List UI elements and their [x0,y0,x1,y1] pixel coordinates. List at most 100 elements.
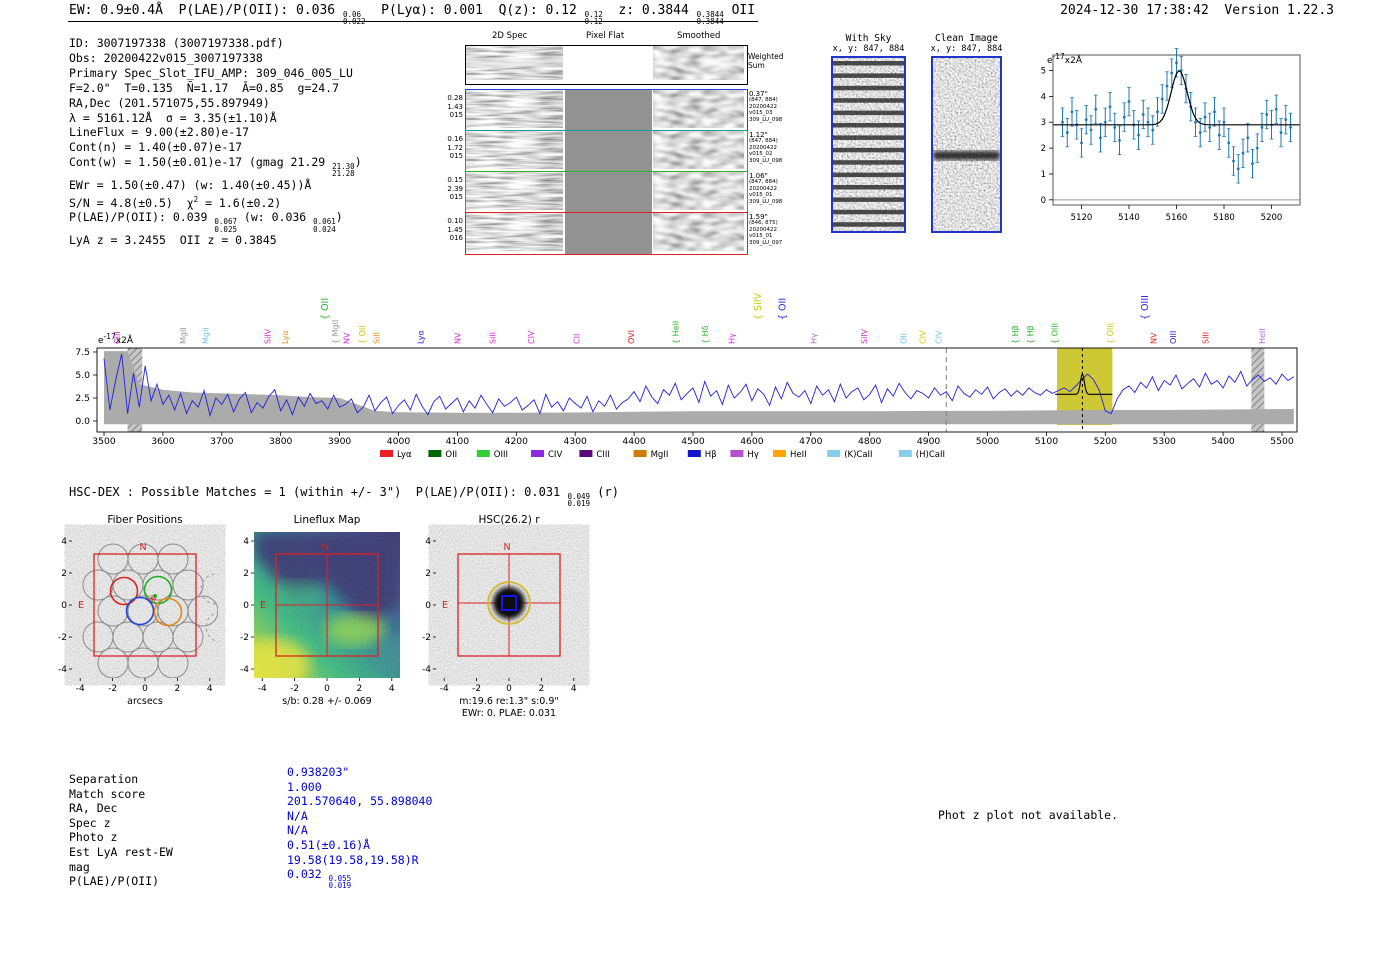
stacked-fraction: 21.30 21.28 [332,162,355,179]
svg-text:0: 0 [142,684,148,694]
withsky-image-frame [831,56,906,233]
svg-text:N: N [321,542,328,553]
svg-text:4: 4 [243,537,249,547]
svg-text:2: 2 [1041,144,1046,154]
svg-text:2: 2 [243,569,249,579]
svg-text:4300: 4300 [564,436,588,447]
svg-text:{ OII: { OII [320,298,331,320]
info-line: F=2.0" T=0.135 N̄=1.17 Ā=0.85 g=24.7 [69,80,340,95]
svg-text:4: 4 [61,537,67,547]
svg-text:m:19.6 re:1.3" s:0.9": m:19.6 re:1.3" s:0.9" [459,696,559,707]
spec2d-fiber-row: 0.28 1.43 015 0.37" (847, 884) 20200422 v015_0… [447,89,782,132]
spec2d-block: 2D Spec Pixel Flat Smoothed Weighted Sum … [447,26,885,260]
svg-text:0: 0 [1041,196,1046,206]
svg-text:4: 4 [425,537,431,547]
svg-text:OIII: OIII [1169,331,1178,344]
svg-text:{ Hβ: { Hβ [1011,325,1020,344]
svg-text:OII: OII [899,333,908,344]
fiber-annotation: 1.12" (847, 884) 20200422 v015_02 309_LU_098 [749,131,783,164]
svg-text:5160: 5160 [1166,213,1188,223]
svg-text:N: N [503,542,510,553]
match-table-label: P(LAE)/P(OII) [69,874,160,889]
svg-text:3500: 3500 [92,436,116,447]
info-line: λ = 5161.12Å σ = 3.35(±1.10)Å [69,110,277,125]
svg-text:5200: 5200 [1094,436,1118,447]
svg-text:NV: NV [453,332,462,344]
summary-header: EW: 0.9±0.4Å P(LAE)/P(OII): 0.036 0.06 0.… [69,3,756,27]
svg-text:NV: NV [1150,332,1159,344]
hsc-image-panel [436,532,582,678]
svg-text:5180: 5180 [1213,213,1235,223]
svg-text:Lineflux Map: Lineflux Map [294,514,361,526]
fiber-pixelflat-cell [564,213,652,254]
error-band [104,351,1294,425]
svg-text:HeII: HeII [1258,328,1267,344]
fiber-pixelflat-cell [564,90,652,131]
legend-swatch [476,450,490,457]
svg-text:{ OII: { OII [778,298,789,320]
timestamp-version: 2024-12-30 17:38:42 Version 1.22.3 [1060,3,1334,18]
spec2d-fiber-row: 0.16 1.72 015 1.12" (847, 884) 20200422 v015_0… [447,130,782,173]
svg-text:2: 2 [539,684,545,694]
svg-text:CII: CII [572,334,581,344]
match-table-value: 201.570640, 55.898040 [287,794,433,809]
match-table-label: Est LyA rest-EW [69,844,173,859]
svg-text:4100: 4100 [446,436,470,447]
svg-text:Hγ: Hγ [727,333,736,344]
clean-image [933,58,1000,231]
svg-text:CIII: CIII [596,450,609,460]
match-table-label: RA, Dec [69,801,118,816]
info-line: LineFlux = 9.00(±2.80)e-17 [69,125,250,140]
legend-swatch [428,450,442,457]
match-table-value: 0.51(±0.16)Å [287,837,371,852]
stacked-fraction: 0.3844 0.3844 [696,10,724,27]
svg-text:4600: 4600 [740,436,764,447]
svg-text:-4: -4 [258,684,267,694]
svg-text:0.0: 0.0 [75,416,90,427]
svg-text:4800: 4800 [858,436,882,447]
legend-swatch [773,450,786,457]
svg-text:{ SiIV: { SiIV [753,292,764,320]
fiber-smoothed-image [653,90,744,128]
svg-text:{ MgII: { MgII [331,320,340,344]
fiber-annotation: 0.37" (847, 884) 20200422 v015_03 309_LU_098 [749,90,783,123]
svg-text:0: 0 [425,601,431,611]
svg-text:4: 4 [389,684,395,694]
svg-text:{ OIII: { OIII [1106,323,1115,344]
withsky-image [833,58,904,231]
clean-image-title: Clean Image [935,33,998,44]
fiber-weight-labels: 0.10 1.45 016 [447,217,463,242]
info-line: LyA z = 3.2455 OII z = 0.3845 [69,232,277,247]
lineflux-map-panel [254,532,400,678]
weighted-sum-label: Weighted Sum [748,52,784,70]
svg-text:CIV: CIV [548,450,562,460]
legend-swatch [380,450,393,457]
svg-text:5.0: 5.0 [75,370,90,381]
svg-text:Lyα: Lyα [416,330,425,344]
stacked-fraction: 0.06 0.022 [342,10,366,27]
clean-image-frame [931,56,1002,233]
weighted-smoothed-image [653,46,744,80]
svg-text:4: 4 [1041,92,1046,102]
info-line: RA,Dec (201.571075,55.897949) [69,95,270,110]
clean-image-coords: x, y: 847, 884 [930,44,1003,54]
svg-text:2: 2 [425,569,431,579]
svg-text:3700: 3700 [210,436,234,447]
match-table-value: 1.000 [287,779,322,794]
svg-text:{ Hβ: { Hβ [1026,325,1035,344]
svg-text:3800: 3800 [269,436,293,447]
match-table-label: Separation [69,772,139,786]
svg-text:CIV: CIV [935,330,944,344]
info-line: Obs: 20200422v015_3007197338 [69,50,263,65]
withsky-coords: x, y: 847, 884 [832,44,905,54]
svg-text:CIV: CIV [919,330,928,344]
full-spectrum-plot: 3500 3600 3700 3800 3900 4000 4100 4200 4300 4400… [75,292,1298,460]
svg-text:MgII: MgII [201,327,210,344]
spec2d-fiber-row: 0.15 2.39 015 1.06" (847, 884) 20200422 v015_0… [447,171,782,214]
clean-image-panel: Clean Image x, y: 847, 884 [929,33,1004,235]
info-line: S/N = 4.8(±0.5) χ2 = 1.6(±0.2) [69,194,282,210]
svg-text:E: E [260,600,266,611]
svg-text:(H)CaII: (H)CaII [916,450,945,460]
weighted-2dspec-image [466,46,563,80]
match-table-value: N/A [287,823,308,838]
